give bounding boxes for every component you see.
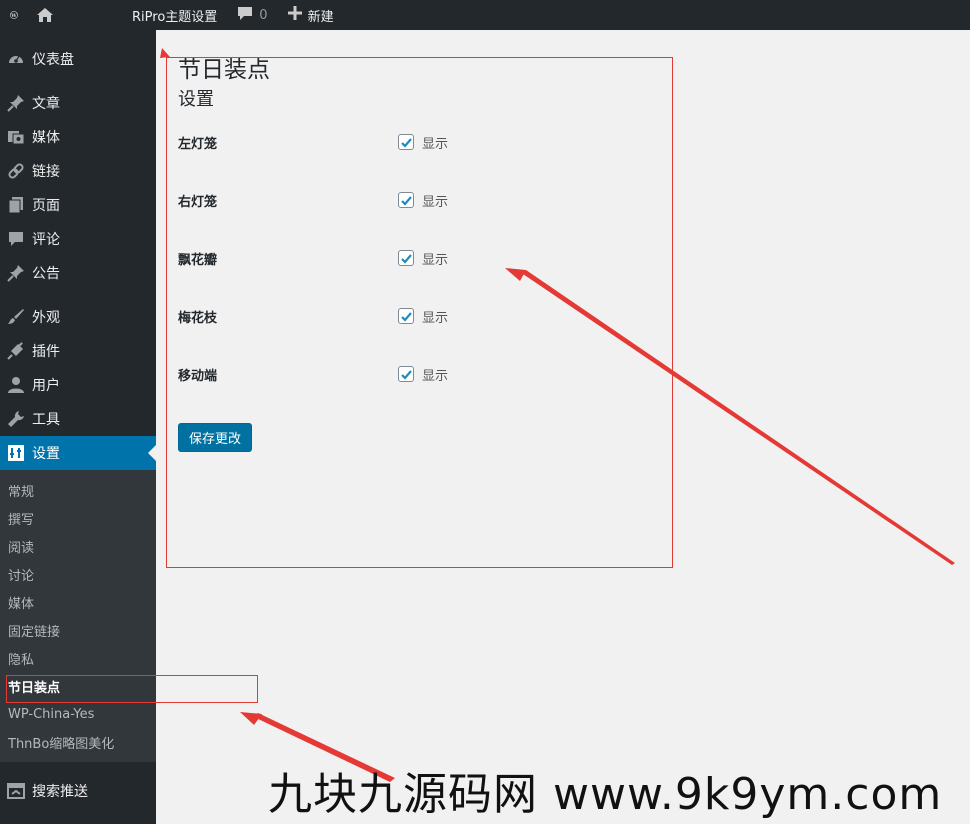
- plugin-icon: [6, 341, 26, 361]
- comment-bubble-icon: [237, 6, 253, 25]
- menu-settings[interactable]: 设置: [0, 436, 156, 470]
- user-icon: [6, 375, 26, 395]
- link-icon: [6, 161, 26, 181]
- menu-label: 外观: [32, 310, 60, 326]
- svg-text:W: W: [10, 13, 17, 19]
- submenu-writing[interactable]: 撰写: [0, 504, 156, 532]
- submenu-privacy[interactable]: 隐私: [0, 644, 156, 672]
- submenu-thnbo-thumbnail[interactable]: ThnBo缩略图美化: [0, 728, 156, 756]
- submenu-reading[interactable]: 阅读: [0, 532, 156, 560]
- menu-label: 公告: [32, 266, 60, 282]
- new-label: 新建: [307, 9, 334, 25]
- comment-icon: [6, 229, 26, 249]
- menu-announcements[interactable]: 公告: [0, 256, 156, 290]
- submenu-media[interactable]: 媒体: [0, 588, 156, 616]
- settings-icon: [6, 443, 26, 463]
- menu-users[interactable]: 用户: [0, 368, 156, 402]
- menu-appearance[interactable]: 外观: [0, 300, 156, 334]
- annotation-box-settings: [166, 57, 673, 568]
- admin-bar: W RiPro主题设置 0 新建: [0, 0, 970, 30]
- admin-sidebar: 仪表盘 文章 媒体 链接 页面 评论 公告 外观 插件 用户 工具 设置 常规 …: [0, 30, 156, 824]
- submenu-wp-china-yes[interactable]: WP-China-Yes: [0, 700, 156, 728]
- wordpress-logo-icon[interactable]: W: [0, 0, 28, 30]
- new-content-menu[interactable]: 新建: [278, 0, 344, 30]
- plus-icon: [287, 6, 302, 24]
- menu-label: 搜索推送: [32, 784, 88, 800]
- menu-label: 工具: [32, 412, 60, 428]
- page-icon: [6, 195, 26, 215]
- menu-label: 用户: [32, 378, 60, 394]
- submenu-permalinks[interactable]: 固定链接: [0, 616, 156, 644]
- media-icon: [6, 127, 26, 147]
- brush-icon: [6, 307, 26, 327]
- menu-media[interactable]: 媒体: [0, 120, 156, 154]
- menu-links[interactable]: 链接: [0, 154, 156, 188]
- dashboard-icon: [6, 49, 26, 69]
- annotation-box-menu: [6, 675, 258, 703]
- menu-search-push[interactable]: 搜索推送: [0, 774, 156, 808]
- wrench-icon: [6, 409, 26, 429]
- push-icon: [6, 781, 26, 801]
- menu-label: 评论: [32, 232, 60, 248]
- pin-icon: [6, 93, 26, 113]
- menu-label: 文章: [32, 96, 60, 112]
- annotation-arrow-head-2: [240, 712, 262, 725]
- pin-icon: [6, 263, 26, 283]
- menu-label: 设置: [32, 446, 60, 462]
- menu-tools[interactable]: 工具: [0, 402, 156, 436]
- menu-plugins[interactable]: 插件: [0, 334, 156, 368]
- menu-posts[interactable]: 文章: [0, 86, 156, 120]
- menu-dashboard[interactable]: 仪表盘: [0, 42, 156, 76]
- menu-pages[interactable]: 页面: [0, 188, 156, 222]
- home-icon[interactable]: [28, 0, 62, 30]
- submenu-discussion[interactable]: 讨论: [0, 560, 156, 588]
- submenu-general[interactable]: 常规: [0, 476, 156, 504]
- menu-label: 页面: [32, 198, 60, 214]
- menu-label: 链接: [32, 164, 60, 180]
- menu-comments[interactable]: 评论: [0, 222, 156, 256]
- settings-submenu: 常规 撰写 阅读 讨论 媒体 固定链接 隐私 节日装点 WP-China-Yes…: [0, 470, 156, 762]
- site-name-link[interactable]: RiPro主题设置: [122, 0, 227, 30]
- menu-label: 插件: [32, 344, 60, 360]
- watermark-text: 九块九源码网 www.9k9ym.com: [268, 769, 943, 820]
- comments-link[interactable]: 0: [227, 0, 277, 30]
- menu-label: 媒体: [32, 130, 60, 146]
- menu-label: 仪表盘: [32, 52, 74, 68]
- comments-count: 0: [259, 7, 268, 23]
